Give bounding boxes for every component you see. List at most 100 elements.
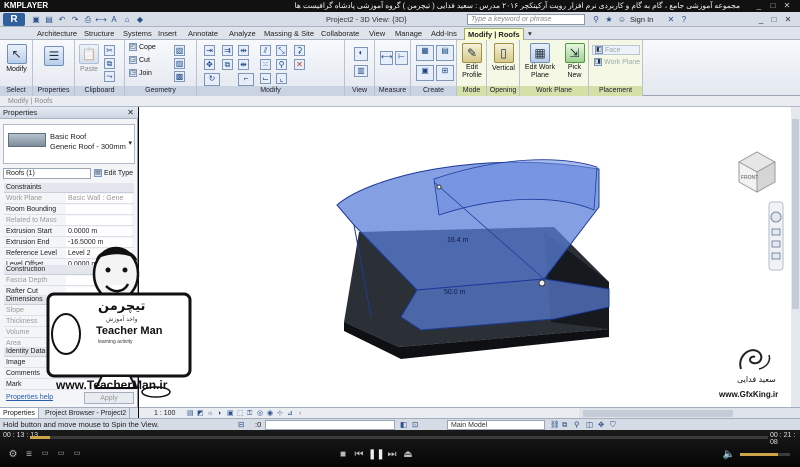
close-icon[interactable]: ✕ xyxy=(782,1,792,10)
trim-icon[interactable]: ⌐ xyxy=(238,73,254,86)
volume-icon[interactable]: 🔈 xyxy=(722,449,736,460)
minimize-icon[interactable]: _ xyxy=(754,1,764,10)
save-icon[interactable]: ▤ xyxy=(43,14,55,25)
search-input[interactable]: Type a keyword or phrase xyxy=(467,14,585,25)
tab-modify-roofs[interactable]: Modify | Roofs xyxy=(464,28,524,40)
tab-analyze[interactable]: Analyze xyxy=(226,28,259,40)
property-value[interactable] xyxy=(66,216,132,225)
revit-close-icon[interactable]: ✕ xyxy=(782,14,794,25)
type-selector[interactable]: Basic Roof Generic Roof - 300mm ▾ xyxy=(3,124,135,164)
create-group-icon[interactable]: ▣ xyxy=(416,65,434,81)
wall-joins-icon[interactable]: ▩ xyxy=(174,71,185,82)
mirror-axis-icon[interactable]: ⇹ xyxy=(238,45,249,56)
3d-viewport[interactable]: 16.4 m 50.0 m FRONT xyxy=(139,107,800,407)
trim-multiple-icon[interactable]: ⌞ xyxy=(276,73,287,84)
maximize-icon[interactable]: □ xyxy=(768,1,778,10)
aligned-dimension-icon[interactable]: ⊢ xyxy=(395,51,408,65)
rotate-icon[interactable]: ↻ xyxy=(204,73,220,86)
steering-wheel-icon[interactable] xyxy=(770,211,782,223)
unpin-icon[interactable]: ⚳ xyxy=(294,45,305,56)
vertical-scroll-thumb[interactable] xyxy=(792,119,799,309)
cope-button[interactable]: ◰ Cope xyxy=(129,43,156,53)
pause-icon[interactable]: ❚❚ xyxy=(368,449,385,460)
instance-filter-select[interactable]: Roofs (1) xyxy=(3,168,91,179)
model-select[interactable]: Main Model xyxy=(447,420,545,430)
shape-handle-icon[interactable] xyxy=(436,184,442,190)
create-assembly-icon[interactable]: ▦ xyxy=(416,45,434,61)
sign-in-link[interactable]: Sign In xyxy=(630,15,653,24)
audio-mode-icon[interactable]: ▭ xyxy=(70,449,84,457)
measure-distance-icon[interactable]: ⟷ xyxy=(380,51,393,65)
face-button[interactable]: ◧ Face xyxy=(592,45,640,55)
horizontal-scrollbar[interactable] xyxy=(579,407,800,418)
group-constraints[interactable]: Constraints xyxy=(4,183,134,193)
override-graphics-icon[interactable]: ▥ xyxy=(354,65,368,77)
3d-mode-icon[interactable]: ▭ xyxy=(38,449,52,457)
tab-architecture[interactable]: Architecture xyxy=(34,28,80,40)
scale-icon[interactable]: ⤡ xyxy=(276,45,287,56)
split-icon[interactable]: ⫽ xyxy=(260,45,271,56)
vertical-opening-button[interactable]: ▯ Vertical xyxy=(489,43,518,72)
offset-icon[interactable]: ⇉ xyxy=(222,45,233,56)
paint-icon[interactable]: ▨ xyxy=(174,58,185,69)
hide-element-icon[interactable]: ◐ xyxy=(354,47,368,61)
work-plane-button[interactable]: ◨ Work Plane xyxy=(592,58,640,68)
section-icon[interactable]: ◆ xyxy=(134,14,146,25)
match-properties-icon[interactable]: ⤳ xyxy=(104,71,115,82)
properties-close-icon[interactable]: ✕ xyxy=(127,108,134,117)
help-icon[interactable]: ? xyxy=(678,14,690,25)
properties-button[interactable]: ☰ xyxy=(41,46,67,68)
pick-new-button[interactable]: ⇲ Pick New xyxy=(562,43,587,80)
tab-collaborate[interactable]: Collaborate xyxy=(318,28,362,40)
undo-icon[interactable]: ↶ xyxy=(56,14,68,25)
horizontal-scroll-thumb[interactable] xyxy=(583,410,733,417)
tab-annotate[interactable]: Annotate xyxy=(185,28,221,40)
exchange-icon[interactable]: ✕ xyxy=(665,14,677,25)
tab-structure[interactable]: Structure xyxy=(81,28,117,40)
array-icon[interactable]: ⁙ xyxy=(260,59,271,70)
cut-geometry-button[interactable]: ◲ Cut xyxy=(129,56,150,66)
create-parts-icon[interactable]: ▤ xyxy=(436,45,454,61)
property-value[interactable]: Basic Wall : Gene xyxy=(66,194,132,203)
mirror-draw-icon[interactable]: ⇼ xyxy=(238,59,249,70)
volume-slider[interactable] xyxy=(740,453,790,456)
open-icon[interactable]: ▣ xyxy=(30,14,42,25)
settings-icon[interactable]: ⚙ xyxy=(6,449,20,460)
subscription-icon[interactable]: ★ xyxy=(603,14,615,25)
cut-icon[interactable]: ✂ xyxy=(104,45,115,56)
measure-icon[interactable]: ⟷ xyxy=(95,14,107,25)
previous-icon[interactable]: ⏮ xyxy=(352,449,366,460)
stop-icon[interactable]: ■ xyxy=(336,449,350,460)
print-icon[interactable]: ⎙ xyxy=(82,14,94,25)
delete-icon[interactable]: ✕ xyxy=(294,59,305,70)
property-value[interactable]: 0.0000 m xyxy=(66,227,132,236)
move-icon[interactable]: ✥ xyxy=(204,59,215,70)
copy-icon[interactable]: ⧉ xyxy=(104,58,115,69)
vr-mode-icon[interactable]: ▭ xyxy=(54,449,68,457)
paste-button[interactable]: 📋 Paste xyxy=(77,44,101,73)
revit-restore-icon[interactable]: □ xyxy=(768,14,780,25)
edit-profile-button[interactable]: ✎ Edit Profile xyxy=(459,43,485,80)
edit-work-plane-button[interactable]: ▦ Edit Work Plane xyxy=(522,43,558,80)
3d-model-canvas[interactable]: 16.4 m 50.0 m FRONT xyxy=(139,107,800,407)
create-similar-icon[interactable]: ⊞ xyxy=(436,65,454,81)
tab-massing-site[interactable]: Massing & Site xyxy=(261,28,317,40)
default-3d-icon[interactable]: ⌂ xyxy=(121,14,133,25)
ribbon-toggle-icon[interactable]: ▾ xyxy=(525,28,535,40)
modify-button[interactable]: ↖ Modify xyxy=(3,44,30,73)
redo-icon[interactable]: ↷ xyxy=(69,14,81,25)
text-icon[interactable]: A xyxy=(108,14,120,25)
search-icon[interactable]: ⚲ xyxy=(590,14,602,25)
orbit-icon[interactable] xyxy=(771,252,781,260)
tab-systems[interactable]: Systems xyxy=(120,28,155,40)
select-panel-label[interactable]: Select xyxy=(0,86,32,96)
type-dropdown-icon[interactable]: ▾ xyxy=(128,139,132,147)
join-button[interactable]: ◳ Join xyxy=(129,69,152,79)
eject-icon[interactable]: ⏏ xyxy=(401,449,415,460)
zoom-icon[interactable] xyxy=(771,240,781,248)
pan-icon[interactable] xyxy=(771,228,781,236)
revit-minimize-icon[interactable]: _ xyxy=(755,14,767,25)
next-icon[interactable]: ⏭ xyxy=(385,449,399,460)
tab-insert[interactable]: Insert xyxy=(155,28,180,40)
design-options-select[interactable] xyxy=(265,420,395,430)
